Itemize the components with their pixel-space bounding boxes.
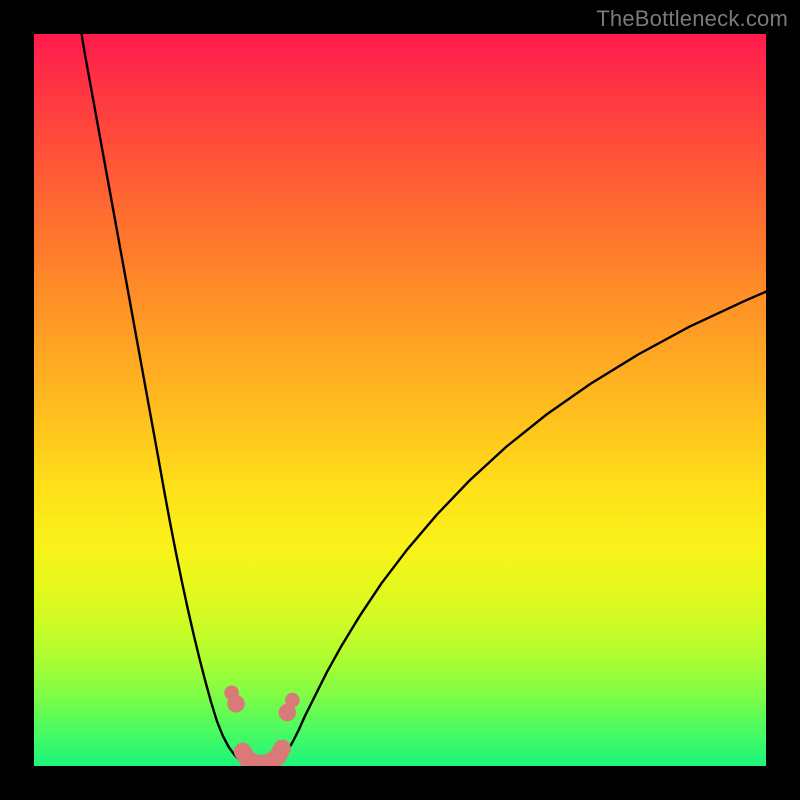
marker-right-lower bbox=[278, 704, 296, 722]
bottom-band bbox=[243, 748, 283, 763]
plot-svg bbox=[34, 34, 766, 766]
plot-area bbox=[34, 34, 766, 766]
watermark-text: TheBottleneck.com bbox=[596, 6, 788, 32]
curve-left bbox=[82, 34, 250, 766]
markers-group bbox=[224, 685, 299, 721]
curve-right bbox=[276, 292, 766, 766]
chart-frame: TheBottleneck.com bbox=[0, 0, 800, 800]
marker-left-lower bbox=[227, 695, 245, 713]
